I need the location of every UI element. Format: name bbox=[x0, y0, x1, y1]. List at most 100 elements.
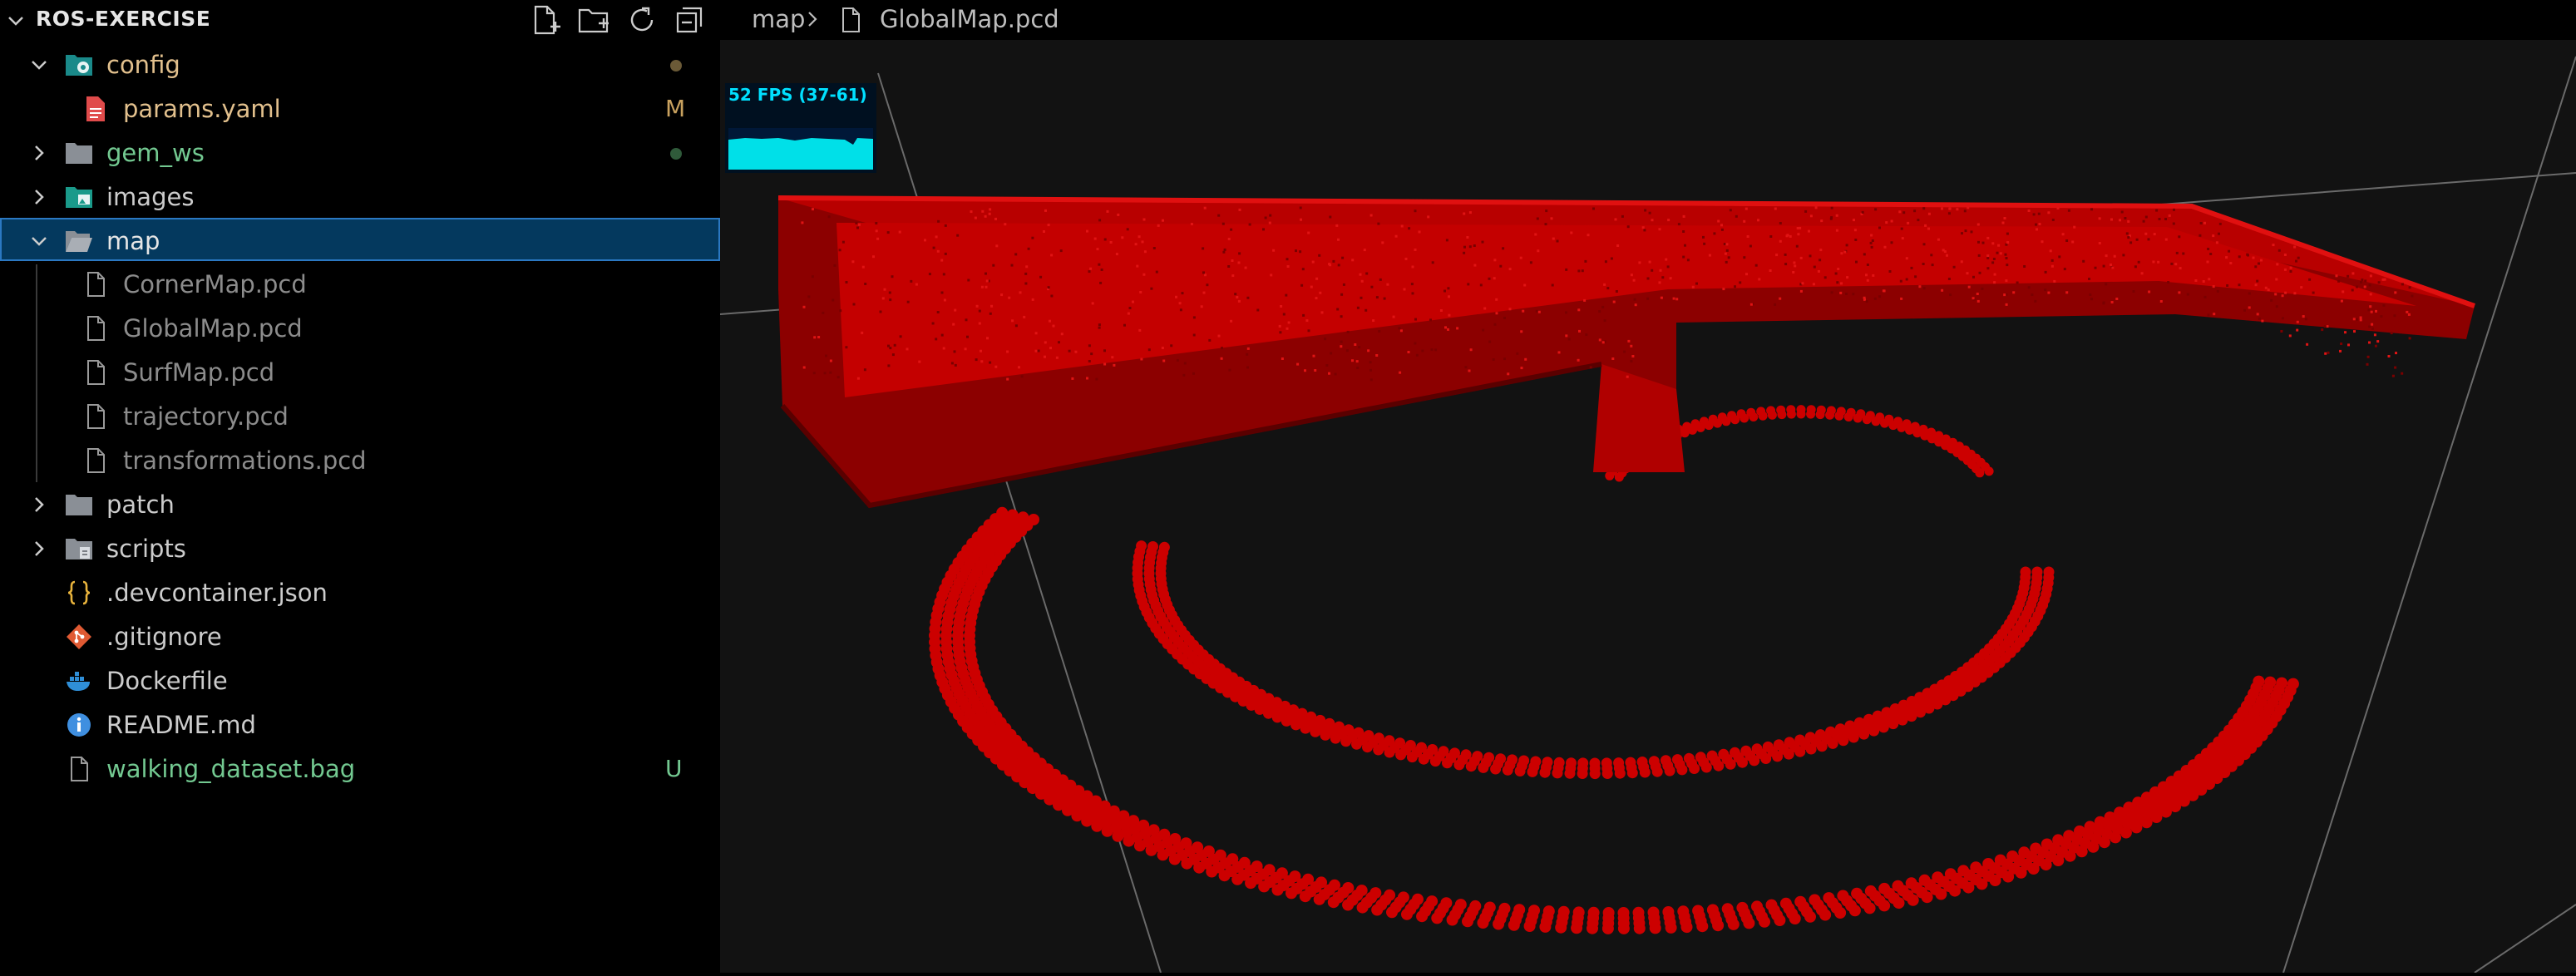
tree-file-trajectory[interactable]: trajectory.pcd bbox=[0, 395, 720, 438]
slab-point bbox=[2036, 228, 2038, 230]
explorer-sidebar: ROS-EXERCISE config params.yaml M gem_ws… bbox=[0, 0, 720, 973]
refresh-icon[interactable] bbox=[625, 3, 659, 37]
tree-file-gitignore[interactable]: .gitignore bbox=[0, 615, 720, 658]
slab-point bbox=[1682, 256, 1685, 259]
tree-file-readme[interactable]: README.md bbox=[0, 703, 720, 747]
breadcrumb-folder[interactable]: map bbox=[752, 5, 805, 33]
slab-point bbox=[1769, 269, 1772, 272]
new-folder-icon[interactable] bbox=[577, 3, 610, 37]
slab-point bbox=[1906, 257, 1908, 259]
slab-point bbox=[1463, 246, 1466, 249]
slab-point bbox=[1347, 331, 1350, 333]
slab-point bbox=[1142, 274, 1145, 276]
tree-folder-gem-ws[interactable]: gem_ws bbox=[0, 131, 720, 175]
status-dot bbox=[670, 148, 682, 160]
slab-point bbox=[2305, 318, 2307, 320]
slab-point bbox=[985, 286, 988, 288]
slab-point bbox=[2401, 372, 2403, 375]
slab-point bbox=[1739, 281, 1741, 283]
slab-point bbox=[1642, 226, 1645, 229]
slab-point bbox=[1308, 329, 1310, 332]
slab-point bbox=[1357, 307, 1360, 309]
explorer-header[interactable]: ROS-EXERCISE bbox=[0, 0, 720, 40]
slab-point bbox=[2207, 248, 2209, 250]
slab-point bbox=[975, 217, 977, 219]
tree-folder-config[interactable]: config bbox=[0, 43, 720, 86]
tree-file-globalmap[interactable]: GlobalMap.pcd bbox=[0, 307, 720, 350]
slab-point bbox=[1717, 220, 1720, 223]
slab-point bbox=[1157, 224, 1160, 227]
slab-point bbox=[1682, 230, 1685, 233]
slab-point bbox=[828, 215, 831, 218]
slab-point bbox=[1792, 271, 1794, 274]
slab-point bbox=[1048, 286, 1050, 288]
slab-point bbox=[1964, 209, 1967, 212]
point-cloud-viewer[interactable]: 52 FPS (37-61) bbox=[720, 40, 2576, 973]
slab-point bbox=[872, 255, 875, 258]
tree-folder-map[interactable]: map bbox=[0, 218, 720, 261]
tree-file-walking-dataset[interactable]: walking_dataset.bag U bbox=[0, 747, 720, 791]
point bbox=[1760, 753, 1771, 764]
slab-point bbox=[1283, 313, 1286, 316]
slab-point bbox=[2374, 333, 2376, 336]
slab-point bbox=[2179, 267, 2182, 269]
slab-point bbox=[1090, 352, 1093, 355]
slab-point bbox=[2216, 241, 2218, 244]
slab-point bbox=[1815, 206, 1818, 209]
tree-file-dockerfile[interactable]: Dockerfile bbox=[0, 659, 720, 702]
fps-meter[interactable]: 52 FPS (37-61) bbox=[725, 83, 876, 173]
slab-point bbox=[1018, 366, 1020, 368]
tree-folder-images[interactable]: images bbox=[0, 175, 720, 219]
chevron-down-icon[interactable] bbox=[7, 12, 25, 30]
slab-point bbox=[2368, 326, 2371, 328]
tree-folder-patch[interactable]: patch bbox=[0, 483, 720, 526]
slab-point bbox=[1370, 286, 1373, 288]
slab-point bbox=[1446, 239, 1448, 241]
point bbox=[1849, 905, 1861, 916]
slab-point bbox=[1245, 267, 1247, 269]
slab-point bbox=[1099, 282, 1102, 284]
point bbox=[1902, 419, 1912, 428]
tree-label: walking_dataset.bag bbox=[106, 747, 355, 791]
slab-point bbox=[1774, 303, 1776, 306]
new-file-icon[interactable] bbox=[529, 3, 562, 37]
point-cloud-canvas[interactable] bbox=[720, 40, 2576, 973]
tree-file-cornermap[interactable]: CornerMap.pcd bbox=[0, 263, 720, 306]
slab-point bbox=[1804, 210, 1807, 213]
point bbox=[1524, 920, 1536, 932]
tree-file-devcontainer[interactable]: .devcontainer.json bbox=[0, 571, 720, 614]
breadcrumb-file[interactable]: GlobalMap.pcd bbox=[880, 5, 1059, 33]
slab-point bbox=[1456, 327, 1458, 329]
slab-point bbox=[1583, 299, 1586, 302]
slab-point bbox=[2388, 355, 2391, 357]
tree-label: .gitignore bbox=[106, 615, 222, 658]
slab-point bbox=[989, 213, 991, 215]
slab-point bbox=[1745, 273, 1748, 275]
slab-point bbox=[1246, 353, 1248, 356]
tree-file-transformations[interactable]: transformations.pcd bbox=[0, 439, 720, 482]
point bbox=[1985, 466, 1994, 476]
slab-point bbox=[2099, 242, 2101, 244]
slab-point bbox=[2208, 278, 2210, 280]
slab-point bbox=[1367, 349, 1369, 352]
point bbox=[1976, 878, 1988, 890]
slab-point bbox=[1123, 324, 1126, 327]
slab-point bbox=[1585, 333, 1587, 336]
slab-point bbox=[1287, 265, 1290, 268]
slab-point bbox=[1050, 295, 1053, 298]
tree-file-surfmap[interactable]: SurfMap.pcd bbox=[0, 351, 720, 394]
slab-point bbox=[2340, 343, 2342, 345]
point bbox=[1907, 895, 1919, 906]
tree-file-params-yaml[interactable]: params.yaml M bbox=[0, 87, 720, 131]
tree-folder-scripts[interactable]: scripts bbox=[0, 527, 720, 570]
slab-point bbox=[1937, 239, 1940, 241]
collapse-all-icon[interactable] bbox=[674, 3, 707, 37]
slab-point bbox=[1986, 254, 1989, 257]
point bbox=[1689, 763, 1700, 774]
scripts-folder-icon bbox=[65, 535, 93, 562]
slab-point bbox=[1021, 375, 1024, 377]
slab-point bbox=[1660, 269, 1662, 272]
slab-point bbox=[813, 372, 816, 374]
slab-point bbox=[1236, 296, 1238, 298]
slab-point bbox=[2371, 311, 2373, 313]
